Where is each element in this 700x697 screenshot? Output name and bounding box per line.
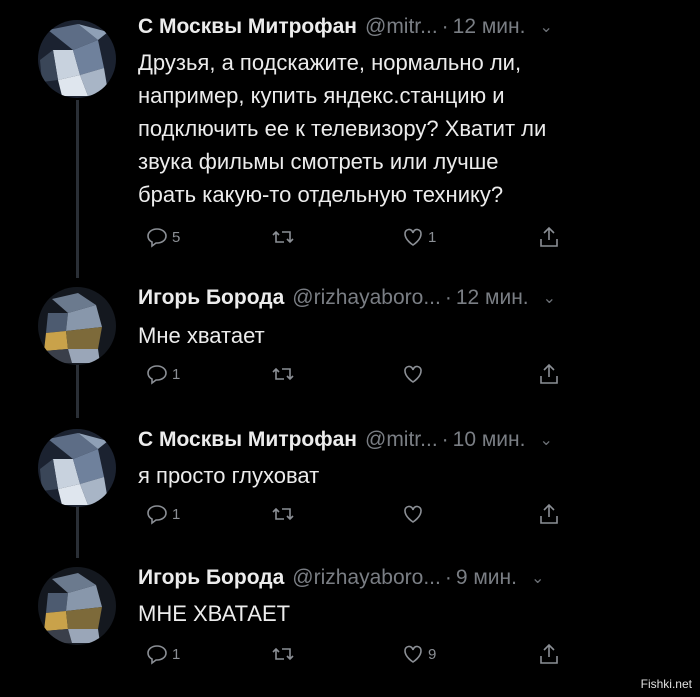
timestamp[interactable]: 12 мин.: [456, 286, 529, 310]
like-count: 1: [428, 228, 437, 246]
tweet-text: Мне хватает: [138, 323, 265, 348]
retweet-icon: [272, 367, 294, 381]
avatar[interactable]: [38, 287, 116, 365]
chevron-down-icon[interactable]: ⌄: [543, 288, 556, 308]
reply-icon: [147, 365, 167, 385]
reply-count: 1: [172, 645, 181, 663]
retweet-icon: [272, 230, 294, 244]
chevron-down-icon[interactable]: ⌄: [539, 17, 552, 37]
author-handle[interactable]: @mitr...: [365, 428, 438, 452]
share-icon: [540, 503, 558, 524]
like-button[interactable]: 1: [400, 224, 436, 250]
author-handle[interactable]: @mitr...: [365, 15, 438, 39]
tweet-actions: 1: [138, 501, 578, 531]
author-name[interactable]: Игорь Борода: [138, 286, 284, 310]
tweet-text: Друзья, а подскажите, нормально ли, напр…: [138, 50, 547, 207]
retweet-button[interactable]: [270, 224, 298, 250]
tweet-actions: 5 1: [138, 224, 578, 254]
reply-count: 5: [172, 228, 181, 246]
avatar[interactable]: [38, 20, 116, 98]
separator: ·: [444, 286, 452, 309]
retweet-icon: [272, 647, 294, 661]
author-name[interactable]: С Москвы Митрофан: [138, 15, 357, 39]
separator: ·: [444, 566, 452, 589]
tweet-actions: 1: [138, 361, 578, 391]
timestamp[interactable]: 12 мин.: [453, 15, 526, 39]
thread-line: [76, 358, 79, 418]
share-icon: [540, 643, 558, 664]
separator: ·: [441, 428, 449, 451]
share-icon: [540, 226, 558, 247]
chevron-down-icon[interactable]: ⌄: [539, 430, 552, 450]
heart-icon: [404, 645, 422, 663]
timestamp[interactable]: 9 мин.: [456, 566, 517, 590]
like-button[interactable]: [400, 501, 428, 527]
separator: ·: [441, 15, 449, 38]
share-button[interactable]: [536, 641, 562, 667]
like-count: 9: [428, 645, 437, 663]
tweet-text: МНЕ ХВАТАЕТ: [138, 601, 291, 626]
reply-icon: [147, 228, 167, 248]
heart-icon: [404, 228, 422, 246]
heart-icon: [404, 365, 422, 383]
avatar[interactable]: [38, 567, 116, 645]
heart-icon: [404, 505, 422, 523]
watermark: Fishki.net: [640, 677, 692, 691]
reply-button[interactable]: 1: [144, 641, 180, 667]
thread-line: [76, 500, 79, 558]
share-button[interactable]: [536, 361, 562, 387]
reply-icon: [147, 645, 167, 665]
reply-button[interactable]: 1: [144, 501, 180, 527]
author-handle[interactable]: @rizhayaboro...: [292, 566, 441, 590]
tweet-actions: 1 9: [138, 641, 578, 671]
tweet-header: Игорь Борода @rizhayaboro... · 9 мин. ⌄: [138, 563, 544, 593]
timestamp[interactable]: 10 мин.: [453, 428, 526, 452]
reply-count: 1: [172, 365, 181, 383]
reply-count: 1: [172, 505, 181, 523]
tweet-header: Игорь Борода @rizhayaboro... · 12 мин. ⌄: [138, 283, 556, 313]
retweet-icon: [272, 507, 294, 521]
reply-icon: [147, 505, 167, 525]
author-name[interactable]: Игорь Борода: [138, 566, 284, 590]
like-button[interactable]: [400, 361, 428, 387]
retweet-button[interactable]: [270, 361, 298, 387]
author-handle[interactable]: @rizhayaboro...: [292, 286, 441, 310]
share-button[interactable]: [536, 501, 562, 527]
thread-line: [76, 100, 79, 278]
author-name[interactable]: С Москвы Митрофан: [138, 428, 357, 452]
tweet-text: я просто глуховат: [138, 463, 320, 488]
like-button[interactable]: 9: [400, 641, 436, 667]
reply-button[interactable]: 5: [144, 224, 180, 250]
share-icon: [540, 363, 558, 384]
retweet-button[interactable]: [270, 641, 298, 667]
reply-button[interactable]: 1: [144, 361, 180, 387]
chevron-down-icon[interactable]: ⌄: [531, 568, 544, 588]
share-button[interactable]: [536, 224, 562, 250]
avatar[interactable]: [38, 429, 116, 507]
tweet-header: С Москвы Митрофан @mitr... · 12 мин. ⌄: [138, 12, 553, 42]
retweet-button[interactable]: [270, 501, 298, 527]
tweet-header: С Москвы Митрофан @mitr... · 10 мин. ⌄: [138, 425, 553, 455]
